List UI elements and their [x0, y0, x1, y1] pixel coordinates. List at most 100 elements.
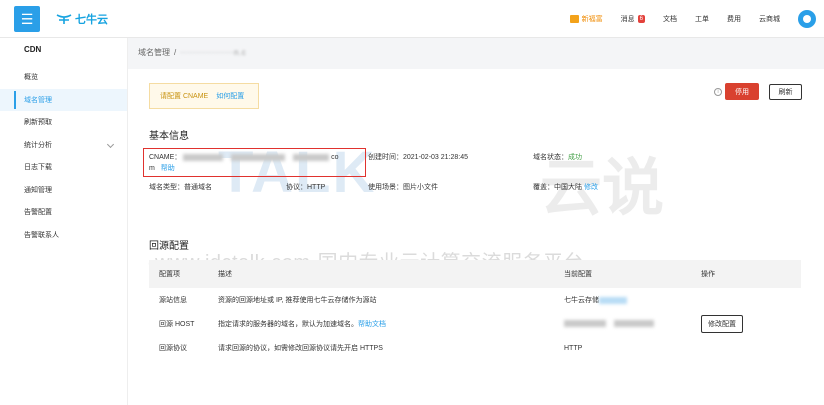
sidebar-item-notifications[interactable]: 通知管理 — [0, 179, 127, 202]
nav-cloud-market[interactable]: 云商城 — [759, 14, 780, 24]
sidebar-item-label: 通知管理 — [24, 186, 52, 194]
config-description: 资源的回源地址或 IP, 推荐使用七牛云存储作为源站 — [218, 297, 377, 304]
table-row: 源站信息 资源的回源地址或 IP, 推荐使用七牛云存储作为源站 七牛云存储 — [149, 288, 801, 312]
cname-tip-text: 请配置 CNAME — [160, 93, 209, 100]
config-description: 请求回源的协议，如需修改回源协议请先开启 HTTPS — [218, 345, 383, 352]
column-header: 当前配置 — [564, 271, 592, 278]
cname-row: CNAME： co — [149, 152, 339, 162]
redacted-value — [564, 320, 606, 328]
current-config-value: 七牛云存储 — [564, 297, 599, 304]
sidebar-item-overview[interactable]: 概览 — [0, 66, 127, 89]
info-icon[interactable]: i — [714, 88, 722, 96]
top-nav: 新福富 消息 6 文档 工单 费用 云商城 — [552, 0, 824, 38]
brand-name: 七牛云 — [75, 14, 108, 26]
how-to-configure-link[interactable]: 如何配置 — [216, 91, 244, 101]
current-config-value: HTTP — [564, 344, 583, 352]
config-description: 指定请求的服务器的域名，默认为加速域名。帮助文档 — [218, 319, 564, 329]
sidebar: CDN 概览 域名管理 刷新预取 统计分析 日志下载 通知管理 告警配置 告警联… — [0, 38, 128, 405]
origin-config-table: 配置项 描述 当前配置 操作 源站信息 资源的回源地址或 IP, 推荐使用七牛云… — [149, 260, 801, 360]
top-bar: ☰ 七牛云 新福富 消息 6 文档 工单 费用 云商城 — [0, 0, 824, 38]
nav-messages[interactable]: 消息 6 — [621, 14, 645, 24]
breadcrumb-current-domain: ·················n.c — [180, 48, 247, 57]
menu-toggle-button[interactable]: ☰ — [14, 6, 40, 32]
current-config: 七牛云存储 — [564, 295, 701, 305]
config-item: 回源协议 — [159, 345, 187, 352]
protocol-value: HTTP — [307, 184, 326, 191]
cname-value-redacted — [183, 153, 224, 161]
action-cell: 修改配置 — [701, 315, 801, 333]
chevron-down-icon — [106, 140, 115, 148]
config-item: 源站信息 — [159, 297, 187, 304]
domain-status: 域名状态：成功 — [533, 152, 582, 162]
cname-help-link[interactable]: 帮助 — [161, 165, 175, 172]
breadcrumb-separator: / — [174, 48, 177, 57]
menu-icon: ☰ — [20, 10, 34, 27]
cname-tail-wrap: m — [149, 165, 155, 172]
created-time-label: 创建时间： — [368, 154, 403, 161]
sidebar-item-label: 统计分析 — [24, 141, 52, 149]
sidebar-item-alert-config[interactable]: 告警配置 — [0, 201, 127, 224]
nav-docs[interactable]: 文档 — [663, 14, 677, 24]
gift-icon — [569, 15, 579, 23]
table-row: 回源 HOST 指定请求的服务器的域名，默认为加速域名。帮助文档 修改配置 — [149, 312, 801, 336]
domain-type: 域名类型：普通域名 — [149, 182, 212, 192]
coverage-value: 中国大陆 — [554, 184, 582, 191]
created-time: 创建时间：2021-02-03 21:28:45 — [368, 152, 468, 162]
domain-status-value: 成功 — [568, 154, 582, 161]
redacted-value — [614, 320, 654, 328]
cname-config-tip: 请配置 CNAME 如何配置 — [149, 83, 259, 109]
redacted-value — [599, 296, 627, 304]
message-count-badge: 6 — [637, 15, 645, 23]
breadcrumb: 域名管理 / ·················n.c — [138, 47, 246, 58]
protocol: 协议：HTTP — [286, 182, 325, 192]
sidebar-item-alert-contacts[interactable]: 告警联系人 — [0, 224, 127, 247]
cname-row-wrap: m 帮助 — [149, 163, 175, 173]
breadcrumb-root[interactable]: 域名管理 — [138, 47, 170, 58]
nav-label: 工单 — [695, 16, 709, 23]
coverage: 覆盖：中国大陆 修改 — [533, 182, 598, 192]
disable-button[interactable]: 停用 — [725, 83, 759, 100]
sidebar-item-log-download[interactable]: 日志下载 — [0, 156, 127, 179]
nav-label: 云商城 — [759, 16, 780, 23]
nav-new-benefits[interactable]: 新福富 — [569, 14, 603, 24]
nav-tickets[interactable]: 工单 — [695, 14, 709, 24]
table-row: 回源协议 请求回源的协议，如需修改回源协议请先开启 HTTPS HTTP — [149, 336, 801, 360]
protocol-label: 协议： — [286, 184, 307, 191]
domain-type-label: 域名类型： — [149, 184, 184, 191]
sidebar-item-refresh-prefetch[interactable]: 刷新预取 — [0, 111, 127, 134]
sidebar-item-label: 告警联系人 — [24, 231, 59, 239]
cname-value-redacted — [293, 153, 330, 161]
table-header: 配置项 描述 当前配置 操作 — [149, 260, 801, 288]
nav-label: 消息 — [620, 16, 635, 23]
nav-label: 文档 — [663, 16, 677, 23]
nav-label: 费用 — [727, 16, 741, 23]
refresh-button[interactable]: 刷新 — [769, 84, 802, 100]
modify-config-button[interactable]: 修改配置 — [701, 315, 743, 333]
domain-type-value: 普通域名 — [184, 184, 212, 191]
config-item: 回源 HOST — [159, 321, 195, 328]
cname-label: CNAME： — [149, 154, 182, 161]
sidebar-item-label: 告警配置 — [24, 209, 52, 217]
column-header: 描述 — [218, 271, 232, 278]
sidebar-title: CDN — [24, 45, 42, 54]
domain-detail-card: TALK 云说 -www.idctalk.com-国内专业云计算交流服务平台- … — [128, 69, 824, 405]
coverage-edit-link[interactable]: 修改 — [584, 184, 598, 191]
sidebar-item-label: 概览 — [24, 74, 38, 82]
sidebar-item-statistics[interactable]: 统计分析 — [0, 134, 127, 157]
usage-scene-value: 图片小文件 — [403, 184, 438, 191]
sidebar-item-domain-management[interactable]: 域名管理 — [0, 88, 127, 111]
created-time-value: 2021-02-03 21:28:45 — [403, 154, 468, 161]
column-header: 配置项 — [159, 271, 180, 278]
sidebar-item-label: 日志下载 — [24, 164, 52, 172]
sidebar-item-label: 刷新预取 — [24, 119, 52, 127]
origin-config-title: 回源配置 — [149, 241, 189, 252]
help-doc-link[interactable]: 帮助文档 — [358, 321, 386, 328]
main-content: 域名管理 / ·················n.c TALK 云说 -www… — [128, 38, 824, 405]
brand-logo[interactable]: 七牛云 — [56, 11, 108, 27]
nav-billing[interactable]: 费用 — [727, 14, 741, 24]
config-description-text: 指定请求的服务器的域名，默认为加速域名。 — [218, 321, 358, 328]
user-avatar[interactable] — [798, 10, 816, 28]
usage-scene-label: 使用场景： — [368, 184, 403, 191]
nav-label: 新福富 — [581, 16, 603, 23]
cname-value-redacted — [231, 153, 286, 161]
